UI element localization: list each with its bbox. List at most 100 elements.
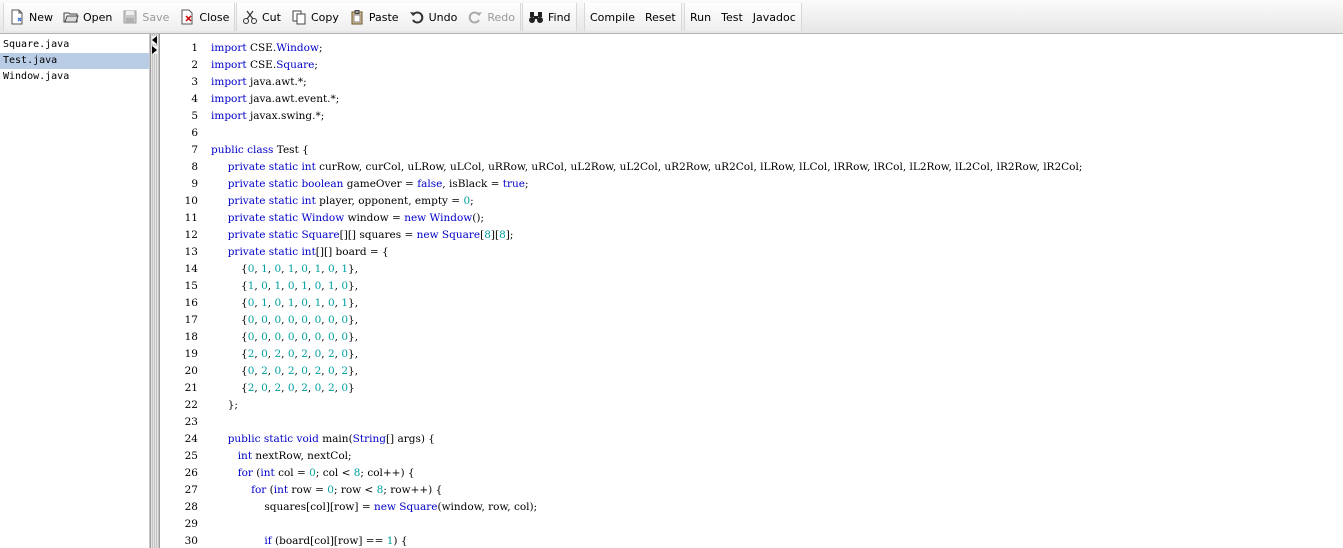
open-button-label: Open xyxy=(83,10,113,24)
line-number: 21 xyxy=(184,382,198,394)
code-line: 1 import CSE.Window; xyxy=(160,40,1343,57)
code-text: {2, 0, 2, 0, 2, 0, 2, 0} xyxy=(211,382,355,394)
code-line: 14 {0, 1, 0, 1, 0, 1, 0, 1}, xyxy=(160,261,1343,278)
line-number: 29 xyxy=(184,518,198,530)
cut-button[interactable]: Cut xyxy=(237,3,286,31)
redo-icon xyxy=(467,9,483,25)
paste-clipboard-icon xyxy=(349,9,365,25)
code-text: {1, 0, 1, 0, 1, 0, 1, 0}, xyxy=(211,280,359,292)
line-number: 17 xyxy=(184,314,198,326)
line-number: 13 xyxy=(184,246,198,258)
scissors-icon xyxy=(242,9,258,25)
code-line: 28 squares[col][row] = new Square(window… xyxy=(160,499,1343,516)
line-number: 6 xyxy=(191,127,198,139)
panel-splitter[interactable] xyxy=(150,34,160,548)
line-number: 11 xyxy=(184,212,198,224)
code-text: private static int player, opponent, emp… xyxy=(227,195,474,207)
line-number: 7 xyxy=(191,144,198,156)
code-text: {0, 1, 0, 1, 0, 1, 0, 1}, xyxy=(211,297,359,309)
code-line: 2 import CSE.Square; xyxy=(160,57,1343,74)
code-line: 11 private static Window window = new Wi… xyxy=(160,210,1343,227)
reset-button-label: Reset xyxy=(645,10,676,24)
line-number: 24 xyxy=(184,433,198,445)
close-button[interactable]: Close xyxy=(174,3,234,31)
code-line: 20 {0, 2, 0, 2, 0, 2, 0, 2}, xyxy=(160,363,1343,380)
toolbar: New Open Save Close Cut Copy Paste Undo … xyxy=(0,0,1343,34)
code-text: import CSE.Square; xyxy=(211,59,318,71)
run-button[interactable]: Run xyxy=(685,3,716,31)
code-text: private static Square[][] squares = new … xyxy=(227,229,514,241)
line-number: 23 xyxy=(184,416,198,428)
save-button[interactable]: Save xyxy=(117,3,174,31)
undo-icon xyxy=(409,9,425,25)
line-number: 26 xyxy=(184,467,198,479)
code-line: 30 if (board[col][row] == 1) { xyxy=(160,533,1343,548)
line-number: 9 xyxy=(191,178,198,190)
find-button[interactable]: Find xyxy=(523,3,576,31)
code-editor[interactable]: 1 import CSE.Window; 2 import CSE.Square; 3 i… xyxy=(160,34,1343,548)
ide-window: New Open Save Close Cut Copy Paste Undo … xyxy=(0,0,1343,548)
code-line: 9 private static boolean gameOver = fals… xyxy=(160,176,1343,193)
javadoc-button[interactable]: Javadoc xyxy=(748,3,801,31)
code-text: }; xyxy=(211,399,238,411)
undo-button[interactable]: Undo xyxy=(404,3,463,31)
code-line: 21 {2, 0, 2, 0, 2, 0, 2, 0} xyxy=(160,380,1343,397)
edit-button-group: Cut Copy Paste Undo Redo xyxy=(236,3,521,31)
cut-button-label: Cut xyxy=(262,10,281,24)
reset-button[interactable]: Reset xyxy=(640,3,681,31)
code-line: 4 import java.awt.event.*; xyxy=(160,91,1343,108)
code-text: public class Test { xyxy=(211,144,309,156)
run-button-label: Run xyxy=(690,10,712,24)
close-button-label: Close xyxy=(199,10,230,24)
test-button-label: Test xyxy=(721,10,743,24)
code-text: if (board[col][row] == 1) { xyxy=(264,535,408,547)
code-line: 29 xyxy=(160,516,1343,533)
code-text: {0, 1, 0, 1, 0, 1, 0, 1}, xyxy=(211,263,359,275)
save-button-label: Save xyxy=(142,10,170,24)
line-number: 2 xyxy=(191,59,198,71)
copy-icon xyxy=(291,9,307,25)
code-line: 24 public static void main(String[] args… xyxy=(160,431,1343,448)
line-number: 10 xyxy=(184,195,198,207)
code-text: import java.awt.*; xyxy=(211,76,307,88)
code-text: {0, 2, 0, 2, 0, 2, 0, 2}, xyxy=(211,365,359,377)
open-button[interactable]: Open xyxy=(58,3,117,31)
paste-button-label: Paste xyxy=(368,10,399,24)
copy-button[interactable]: Copy xyxy=(286,3,344,31)
line-number: 14 xyxy=(184,263,198,275)
new-button[interactable]: New xyxy=(4,3,58,31)
compile-button-label: Compile xyxy=(590,10,635,24)
line-number: 28 xyxy=(184,501,198,513)
line-number: 27 xyxy=(184,484,198,496)
code-line: 13 private static int[][] board = { xyxy=(160,244,1343,261)
binoculars-icon xyxy=(528,9,544,25)
code-text: private static Window window = new Windo… xyxy=(227,212,484,224)
find-button-group: Find xyxy=(522,3,577,31)
code-text: int nextRow, nextCol; xyxy=(237,450,352,462)
line-number: 20 xyxy=(184,365,198,377)
code-line: 6 xyxy=(160,125,1343,142)
code-line: 5 import javax.swing.*; xyxy=(160,108,1343,125)
paste-button[interactable]: Paste xyxy=(344,3,404,31)
expand-right-icon[interactable] xyxy=(152,46,158,54)
file-item-window[interactable]: Window.java xyxy=(0,69,149,85)
compile-button[interactable]: Compile xyxy=(585,3,640,31)
code-text: private static boolean gameOver = false,… xyxy=(227,178,529,190)
code-line: 22 }; xyxy=(160,397,1343,414)
code-line: 27 for (int row = 0; row < 8; row++) { xyxy=(160,482,1343,499)
line-number: 8 xyxy=(191,161,198,173)
code-text: public static void main(String[] args) { xyxy=(227,433,435,445)
file-item-test[interactable]: Test.java xyxy=(0,53,149,69)
file-item-square[interactable]: Square.java xyxy=(0,37,149,53)
code-text: private static int curRow, curCol, uLRow… xyxy=(227,161,1083,173)
code-line: 25 int nextRow, nextCol; xyxy=(160,448,1343,465)
line-number: 25 xyxy=(184,450,198,462)
code-text: squares[col][row] = new Square(window, r… xyxy=(264,501,538,513)
code-text: import CSE.Window; xyxy=(211,42,323,54)
close-file-icon xyxy=(179,9,195,25)
redo-button[interactable]: Redo xyxy=(462,3,520,31)
code-line: 16 {0, 1, 0, 1, 0, 1, 0, 1}, xyxy=(160,295,1343,312)
test-button[interactable]: Test xyxy=(716,3,748,31)
code-line: 19 {2, 0, 2, 0, 2, 0, 2, 0}, xyxy=(160,346,1343,363)
collapse-left-icon[interactable] xyxy=(152,36,158,44)
